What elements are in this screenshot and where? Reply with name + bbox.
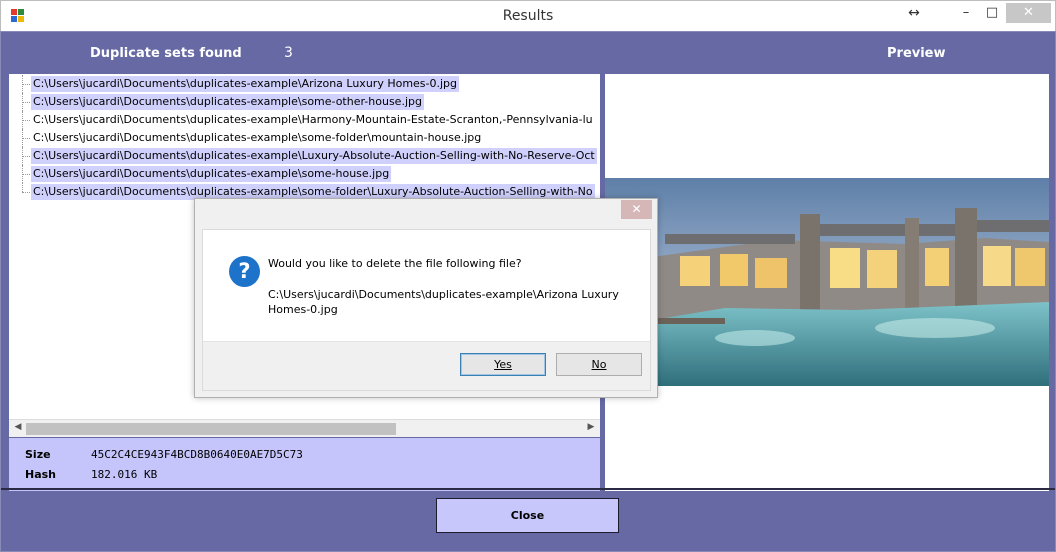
tree-item-label[interactable]: C:\Users\jucardi\Documents\duplicates-ex… bbox=[31, 166, 392, 182]
title-bar: Results ↔ – □ ✕ bbox=[0, 0, 1056, 31]
no-button[interactable]: No bbox=[556, 353, 642, 376]
hash-value: 182.016 KB bbox=[91, 468, 158, 481]
dialog-footer: Yes No bbox=[203, 341, 650, 390]
tree-item-label[interactable]: C:\Users\jucardi\Documents\duplicates-ex… bbox=[31, 76, 460, 92]
tree-item-label[interactable]: C:\Users\jucardi\Documents\duplicates-ex… bbox=[31, 112, 595, 128]
minimize-button[interactable]: – bbox=[953, 3, 979, 23]
delete-confirm-dialog: ✕ ? Would you like to delete the file fo… bbox=[194, 198, 658, 398]
preview-panel bbox=[605, 74, 1049, 491]
maximize-button[interactable]: □ bbox=[979, 3, 1005, 23]
window-close-button[interactable]: ✕ bbox=[1006, 3, 1051, 23]
size-label: Size bbox=[25, 448, 51, 461]
divider bbox=[1, 488, 1055, 490]
dialog-file-path-line1: C:\Users\jucardi\Documents\duplicates-ex… bbox=[268, 288, 619, 301]
scroll-right-icon[interactable]: ▶ bbox=[584, 422, 598, 432]
horizontal-scrollbar[interactable]: ◀ ▶ bbox=[9, 419, 600, 437]
tree-item-label[interactable]: C:\Users\jucardi\Documents\duplicates-ex… bbox=[31, 94, 424, 110]
tree-item-label[interactable]: C:\Users\jucardi\Documents\duplicates-ex… bbox=[31, 130, 483, 146]
tree-item[interactable]: C:\Users\jucardi\Documents\duplicates-ex… bbox=[9, 75, 600, 93]
dialog-close-button[interactable]: ✕ bbox=[621, 200, 652, 219]
preview-image bbox=[605, 178, 1049, 386]
close-button[interactable]: Close bbox=[436, 498, 619, 533]
yes-button-label: Yes bbox=[494, 358, 512, 371]
duplicates-count: 3 bbox=[284, 45, 293, 61]
resize-icon[interactable]: ↔ bbox=[903, 3, 925, 23]
dialog-file-path-line2: Homes-0.jpg bbox=[268, 303, 338, 316]
window-title: Results bbox=[502, 8, 554, 24]
question-icon: ? bbox=[229, 256, 260, 287]
tree-item-label[interactable]: C:\Users\jucardi\Documents\duplicates-ex… bbox=[31, 148, 597, 164]
size-value: 45C2C4CE943F4BCD8B0640E0AE7D5C73 bbox=[91, 448, 303, 461]
dialog-question: Would you like to delete the file follow… bbox=[268, 257, 522, 270]
scroll-left-icon[interactable]: ◀ bbox=[11, 422, 25, 432]
dialog-file-path: C:\Users\jucardi\Documents\duplicates-ex… bbox=[268, 287, 633, 317]
yes-button[interactable]: Yes bbox=[460, 353, 546, 376]
preview-label: Preview bbox=[887, 46, 946, 61]
scrollbar-thumb[interactable] bbox=[26, 423, 396, 435]
tree-item[interactable]: C:\Users\jucardi\Documents\duplicates-ex… bbox=[9, 111, 600, 129]
hash-label: Hash bbox=[25, 468, 57, 481]
duplicates-label: Duplicate sets found bbox=[90, 46, 242, 61]
tree-item[interactable]: C:\Users\jucardi\Documents\duplicates-ex… bbox=[9, 93, 600, 111]
no-button-label: No bbox=[591, 358, 607, 371]
tree-item[interactable]: C:\Users\jucardi\Documents\duplicates-ex… bbox=[9, 129, 600, 147]
file-info-panel: Size 45C2C4CE943F4BCD8B0640E0AE7D5C73 Ha… bbox=[9, 438, 600, 491]
tree-item[interactable]: C:\Users\jucardi\Documents\duplicates-ex… bbox=[9, 165, 600, 183]
tree-item[interactable]: C:\Users\jucardi\Documents\duplicates-ex… bbox=[9, 147, 600, 165]
dialog-body: ? Would you like to delete the file foll… bbox=[202, 229, 651, 391]
